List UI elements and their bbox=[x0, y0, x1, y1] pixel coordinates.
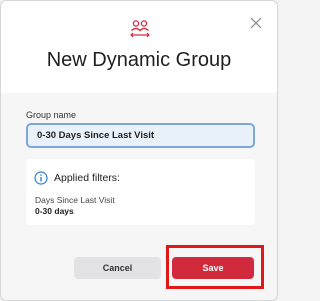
group-name-input[interactable] bbox=[26, 123, 255, 148]
applied-filters-card: Applied filters: Days Since Last Visit 0… bbox=[26, 159, 255, 225]
applied-filters-heading: Applied filters: bbox=[54, 172, 120, 184]
new-dynamic-group-dialog: New Dynamic Group Group name Applied fil… bbox=[0, 0, 278, 301]
info-icon bbox=[34, 171, 48, 185]
filter-name: Days Since Last Visit bbox=[35, 195, 115, 205]
close-icon[interactable] bbox=[249, 16, 263, 30]
group-name-label: Group name bbox=[26, 110, 77, 120]
dialog-title: New Dynamic Group bbox=[46, 49, 232, 71]
dialog-header: New Dynamic Group bbox=[1, 1, 277, 93]
group-icon bbox=[130, 20, 150, 38]
filter-value: 0-30 days bbox=[35, 206, 74, 216]
save-button[interactable]: Save bbox=[172, 257, 254, 279]
cancel-button[interactable]: Cancel bbox=[74, 257, 161, 279]
